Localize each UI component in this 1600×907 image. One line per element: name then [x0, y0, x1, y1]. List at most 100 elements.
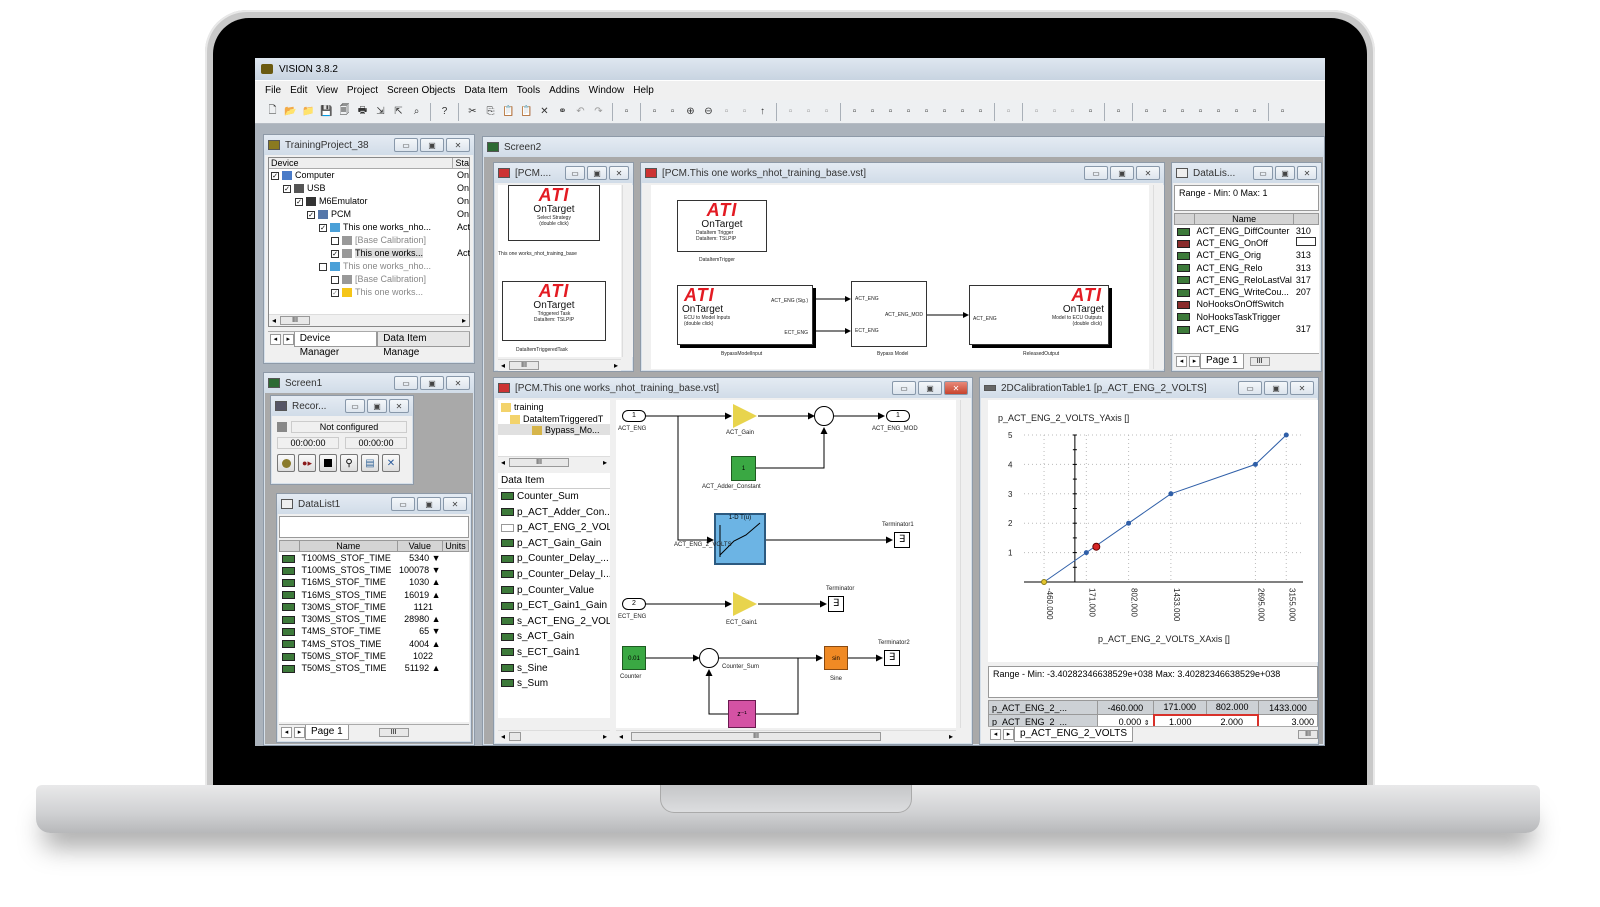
menu-project[interactable]: Project [347, 85, 378, 96]
table-row[interactable]: ACT_ENG 317 [1175, 323, 1319, 335]
minimize-button[interactable]: ▭ [892, 381, 916, 395]
list-item[interactable]: s_Sum [498, 676, 610, 692]
close-window-icon[interactable]: ▫ [865, 104, 880, 119]
minimize-button[interactable]: ▭ [1253, 166, 1273, 180]
tree-checkbox[interactable] [331, 236, 339, 245]
terminator1[interactable]: ∃ [894, 532, 910, 548]
x-value-cell[interactable]: -460.000 [1096, 700, 1155, 715]
tree-checkbox[interactable]: ✓ [295, 197, 303, 206]
zoom-all-icon[interactable]: ▫ [1247, 104, 1262, 119]
menu-addins[interactable]: Addins [549, 85, 580, 96]
table-row[interactable]: T50MS_STOS_TIME 51192 ▲ [280, 662, 469, 674]
pcm-overview-hscrollbar[interactable]: ◂ III ▸ [498, 359, 621, 371]
folder-hscrollbar[interactable]: ◂ III ▸ [498, 456, 610, 468]
add-object-icon[interactable]: ▫ [619, 104, 634, 119]
tree-item[interactable]: ✓ This one works... [269, 286, 469, 299]
tree-hscrollbar[interactable]: ◂ III ▸ [269, 314, 469, 326]
paste-special-icon[interactable]: 📋 [519, 104, 534, 119]
zoom-reset-icon[interactable]: ▫ [737, 104, 752, 119]
redo-icon[interactable]: ↷ [591, 104, 606, 119]
folder-bypass-model[interactable]: Bypass_Mo... [498, 424, 610, 436]
print-icon[interactable]: 🖶 [355, 104, 370, 119]
config-button[interactable]: ▤ [361, 454, 379, 472]
tab-next-button[interactable]: ▸ [282, 334, 294, 345]
table-row[interactable]: T30MS_STOS_TIME 28980 ▲ [280, 613, 469, 625]
calibration-hscroll-thumb[interactable]: III [1298, 730, 1318, 739]
table-row[interactable]: ACT_ENG_Relo 313 [1175, 261, 1319, 273]
folder-training[interactable]: training [498, 400, 610, 414]
new-icon[interactable]: 🗋 [265, 104, 280, 119]
model-vscrollbar[interactable] [960, 400, 971, 728]
list-item[interactable]: p_Counter_Delay_... [498, 551, 610, 567]
close-button[interactable]: ✕ [1136, 166, 1160, 180]
close-button[interactable]: ✕ [443, 497, 467, 511]
import-icon[interactable]: ⇲ [373, 104, 388, 119]
zoom-prev-icon[interactable]: ▫ [1211, 104, 1226, 119]
properties-icon[interactable]: ▫ [665, 104, 680, 119]
model-hscrollbar[interactable]: ◂ III ▸ [616, 730, 956, 742]
x-value-cell[interactable]: 171.000 [1153, 700, 1207, 715]
maximize-button[interactable]: ▣ [367, 399, 387, 413]
table-row[interactable]: T16MS_STOF_TIME 1030 ▲ [280, 576, 469, 588]
restore-icon[interactable]: ▫ [937, 104, 952, 119]
table-row[interactable]: T4MS_STOS_TIME 4004 ▲ [280, 638, 469, 650]
table-row[interactable]: T16MS_STOS_TIME 16019 ▲ [280, 588, 469, 600]
menu-file[interactable]: File [265, 85, 281, 96]
table-row[interactable]: ACT_ENG_DiffCounter 310 [1175, 225, 1319, 237]
layout-icon[interactable]: ▫ [955, 104, 970, 119]
menu-data-item[interactable]: Data Item [464, 85, 507, 96]
record-button[interactable] [277, 454, 295, 472]
maximize-button[interactable]: ▣ [420, 138, 444, 152]
maximize-button[interactable]: ▣ [417, 497, 441, 511]
list-item[interactable]: Counter_Sum [498, 489, 610, 505]
paste-icon[interactable]: 📋 [501, 104, 516, 119]
outport-act-eng-mod[interactable]: 1 [886, 410, 910, 422]
tab-next-button[interactable]: ▸ [294, 727, 305, 738]
record-trigger-button[interactable]: ●▸ [298, 454, 316, 472]
maximize-button[interactable]: ▣ [1110, 166, 1134, 180]
align-left-icon[interactable]: ▫ [783, 104, 798, 119]
menu-view[interactable]: View [316, 85, 338, 96]
sine-block[interactable]: sin [824, 646, 848, 670]
close-button[interactable]: ✕ [1297, 166, 1317, 180]
tab-next-button[interactable]: ▸ [1189, 356, 1200, 367]
minimize-icon[interactable]: ▫ [919, 104, 934, 119]
tree-item[interactable]: [Base Calibration] [269, 234, 469, 247]
open-icon[interactable]: 📂 [283, 104, 298, 119]
close-button[interactable]: ✕ [446, 138, 470, 152]
list-item[interactable]: p_ACT_Gain_Gain [498, 536, 610, 552]
tree-checkbox[interactable] [331, 275, 339, 284]
maximize-button[interactable]: ▣ [1264, 381, 1288, 395]
table-row[interactable]: ACT_ENG_ReloLastVal 317 [1175, 274, 1319, 286]
align-center-icon[interactable]: ▫ [801, 104, 816, 119]
menu-screen-objects[interactable]: Screen Objects [387, 85, 455, 96]
list-item[interactable]: s_ACT_ENG_2_VOLTS [498, 614, 610, 630]
tab-device-manager[interactable]: Device Manager [293, 332, 378, 358]
y-axis-scale-icon[interactable]: ▫ [1065, 104, 1080, 119]
toggle-box[interactable] [1295, 237, 1316, 247]
gain-ect-gain1[interactable] [733, 592, 757, 616]
close-button[interactable]: ✕ [609, 166, 629, 180]
pcm-overview-vscrollbar[interactable] [622, 185, 633, 357]
zoom-in-icon[interactable]: ⊕ [683, 104, 698, 119]
up-icon[interactable]: ↑ [755, 104, 770, 119]
maximize-button[interactable]: ▣ [1275, 166, 1295, 180]
save-icon[interactable]: 💾 [319, 104, 334, 119]
table-row[interactable]: ACT_ENG_OnOff [1175, 237, 1319, 249]
tree-checkbox[interactable]: ✓ [271, 171, 279, 180]
tree-checkbox[interactable]: ✓ [283, 184, 291, 193]
exit-icon[interactable]: ▫ [973, 104, 988, 119]
stop-button[interactable] [319, 454, 337, 472]
pcm-main-vscrollbar[interactable] [1153, 185, 1164, 369]
window-props-icon[interactable]: ▫ [883, 104, 898, 119]
tree-checkbox[interactable]: ✓ [307, 210, 315, 219]
list-item[interactable]: p_ACT_ENG_2_VOLTS [498, 520, 610, 536]
export-icon[interactable]: ⇱ [391, 104, 406, 119]
close-button[interactable]: ✕ [446, 376, 470, 390]
column-device[interactable]: Device [269, 158, 454, 168]
column-value[interactable]: Value [396, 540, 444, 552]
table-row[interactable]: ACT_ENG_WriteCou... 207 [1175, 286, 1319, 298]
close-button[interactable]: ✕ [389, 399, 409, 413]
menu-tools[interactable]: Tools [517, 85, 540, 96]
minimize-button[interactable]: ▭ [565, 166, 585, 180]
